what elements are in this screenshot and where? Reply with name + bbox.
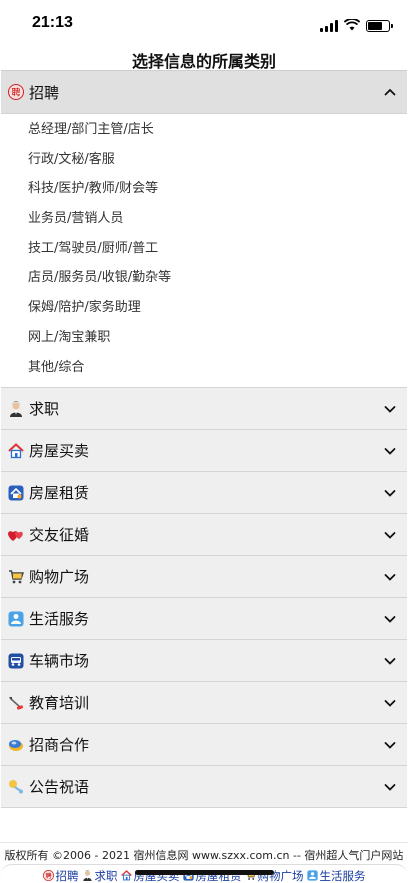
footer-nav-label: 生活服务 [319,868,366,883]
rent-icon [7,484,25,502]
svg-text:聘: 聘 [45,872,51,880]
subcategory-item[interactable]: 技工/驾驶员/厨师/普工 [1,234,407,264]
chevron-down-icon [381,400,399,418]
category-header-2[interactable]: 房屋买卖 [1,430,407,473]
svg-text:聘: 聘 [11,87,20,99]
category-label: 车辆市场 [29,652,90,671]
cart-icon [7,568,25,586]
status-icons [320,16,393,35]
life-service-icon [7,610,25,628]
status-time: 21:13 [32,14,73,31]
category-menu: 聘招聘 总经理/部门主管/店长 行政/文秘/客服 科技/医护/教师/财会等 业务员/营销… [1,70,407,809]
business-icon [7,736,25,754]
subcategory-list: 总经理/部门主管/店长 行政/文秘/客服 科技/医护/教师/财会等 业务员/营销人员技… [1,114,407,389]
hearts-icon [7,526,25,544]
footer-nav-label: 招聘 [55,868,79,883]
category-header-6[interactable]: 生活服务 [1,598,407,641]
copyright-text: 版权所有 ©2006 - 2021 宿州信息网 www.szxx.com.cn … [4,849,404,862]
house-icon [7,442,25,460]
battery-fill [368,21,382,30]
chevron-down-icon [381,652,399,670]
subcategory-item[interactable]: 总经理/部门主管/店长 [1,115,407,145]
car-icon [7,652,25,670]
job-seeker-icon [7,400,25,418]
category-header-7[interactable]: 车辆市场 [1,640,407,683]
chevron-down-icon [381,778,399,796]
chevron-down-icon [381,484,399,502]
footer-nav-link[interactable]: 生活服务 [306,868,366,883]
category-label: 招商合作 [29,736,90,755]
category-label: 房屋买卖 [29,442,90,461]
subcategory-item[interactable]: 业务员/营销人员 [1,204,407,234]
house-icon [120,870,132,881]
battery-icon [366,19,393,32]
subcategory-item[interactable]: 店员/服务员/收银/勤杂等 [1,263,407,293]
category-label: 公告祝语 [29,778,90,797]
chevron-down-icon [381,442,399,460]
home-indicator [135,870,274,875]
chevron-down-icon [381,694,399,712]
category-header-0[interactable]: 聘招聘 [1,71,407,114]
announcement-icon [7,778,25,796]
category-header-3[interactable]: 房屋租赁 [1,472,407,515]
chevron-down-icon [381,568,399,586]
subcategory-item[interactable]: 网上/淘宝兼职 [1,323,407,353]
subcategory-item[interactable]: 行政/文秘/客服 [1,145,407,175]
chevron-down-icon [381,526,399,544]
category-label: 招聘 [29,83,60,102]
chevron-up-icon [381,83,399,101]
life-service-icon [306,870,318,881]
subcategory-item[interactable]: 保姆/陪护/家务助理 [1,293,407,323]
wifi-icon [343,16,361,35]
recruit-icon: 聘 [42,870,54,881]
subcategory-item[interactable]: 科技/医护/教师/财会等 [1,174,407,204]
category-label: 生活服务 [29,610,90,629]
page-title: 选择信息的所属类别 [131,52,276,71]
category-header-10[interactable]: 公告祝语 [1,766,407,809]
category-header-5[interactable]: 购物广场 [1,556,407,599]
job-seeker-icon [82,870,93,881]
cellular-signal-icon [320,19,338,32]
footer: 版权所有 ©2006 - 2021 宿州信息网 www.szxx.com.cn … [0,842,408,883]
category-label: 教育培训 [29,694,90,713]
category-label: 房屋租赁 [29,484,90,503]
footer-nav-link[interactable]: 求职 [82,868,118,883]
chevron-down-icon [381,610,399,628]
category-label: 购物广场 [29,568,90,587]
category-label: 求职 [29,400,60,419]
category-header-4[interactable]: 交友征婚 [1,514,407,557]
chevron-down-icon [381,736,399,754]
education-icon [7,694,25,712]
footer-nav-link[interactable]: 聘招聘 [42,868,79,883]
category-label: 交友征婚 [29,526,90,545]
status-bar: 21:13 [0,0,408,46]
footer-nav-label: 求职 [94,868,118,883]
category-header-1[interactable]: 求职 [1,388,407,431]
category-header-9[interactable]: 招商合作 [1,724,407,767]
subcategory-item[interactable]: 其他/综合 [1,353,407,383]
recruit-icon: 聘 [7,83,25,101]
category-header-8[interactable]: 教育培训 [1,682,407,725]
